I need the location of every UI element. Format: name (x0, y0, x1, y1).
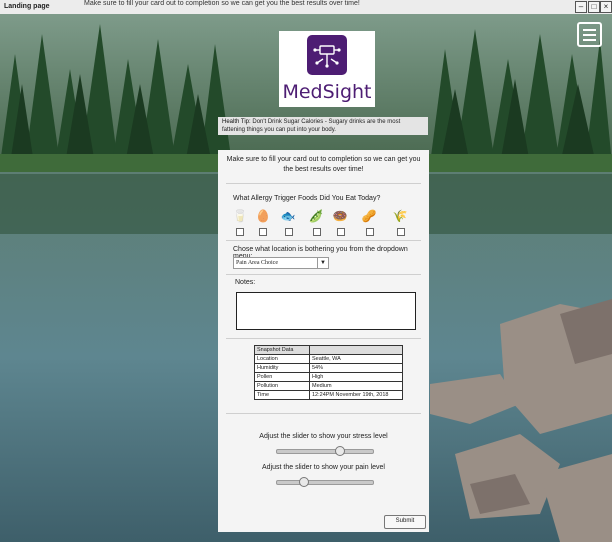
snapshot-key: Humidity (254, 363, 310, 373)
divider (226, 240, 421, 241)
window-subtitle: Make sure to fill your card out to compl… (84, 0, 360, 7)
submit-button[interactable]: Submit (384, 515, 426, 529)
window-title: Landing page (4, 3, 50, 10)
donut-icon: 🍩 (332, 209, 348, 223)
peanut-checkbox[interactable] (366, 228, 374, 236)
egg-checkbox[interactable] (259, 228, 267, 236)
table-row: Pollen High (254, 372, 403, 382)
peas-icon: 🫛 (308, 209, 324, 223)
egg-icon: 🥚 (255, 209, 271, 223)
stress-slider-label: Adjust the slider to show your stress le… (259, 433, 388, 440)
table-header-row: Snapshot Data (254, 345, 403, 355)
milk-checkbox[interactable] (236, 228, 244, 236)
fish-checkbox[interactable] (285, 228, 293, 236)
table-row: Pollution Medium (254, 381, 403, 391)
divider (226, 413, 421, 414)
health-tip: Health Tip: Don't Drink Sugar Calories -… (218, 117, 428, 135)
pain-slider-thumb[interactable] (299, 477, 310, 487)
milk-carton-icon: 🥛 (232, 209, 248, 223)
snapshot-table: Snapshot Data Location Seattle, WA Humid… (254, 345, 403, 400)
divider (226, 274, 421, 275)
chevron-down-icon: ▼ (317, 258, 328, 268)
snapshot-key: Pollution (254, 381, 310, 391)
notes-textarea[interactable] (236, 292, 416, 330)
snapshot-header-blank (309, 345, 403, 355)
snapshot-value: High (309, 372, 403, 382)
table-row: Time 12:24PM November 19th, 2018 (254, 390, 403, 400)
health-tip-label: Health Tip: (222, 119, 251, 125)
brand-name: MedSight (282, 81, 372, 103)
peanut-icon: 🥜 (361, 209, 377, 223)
window-titlebar: Landing page Make sure to fill your card… (0, 0, 612, 15)
form-intro: Make sure to fill your card out to compl… (226, 156, 421, 173)
wheat-icon: 🌾 (392, 209, 408, 223)
divider (226, 183, 421, 184)
snapshot-value: 54% (309, 363, 403, 373)
pain-slider[interactable] (276, 477, 374, 487)
snapshot-value: Seattle, WA (309, 354, 403, 364)
maximize-icon[interactable]: □ (588, 1, 600, 13)
notes-label: Notes: (235, 279, 256, 286)
snapshot-key: Location (254, 354, 310, 364)
snapshot-key: Time (254, 390, 310, 400)
table-row: Humidity 54% (254, 363, 403, 373)
stress-slider-thumb[interactable] (335, 446, 346, 456)
pain-area-dropdown[interactable]: Pain Area Choice ▼ (233, 257, 329, 269)
snapshot-header: Snapshot Data (254, 345, 310, 355)
donut-checkbox[interactable] (337, 228, 345, 236)
medsight-logo: MedSight (279, 31, 375, 107)
allergy-question: What Allergy Trigger Foods Did You Eat T… (233, 195, 381, 202)
peas-checkbox[interactable] (313, 228, 321, 236)
snapshot-value: 12:24PM November 19th, 2018 (309, 390, 403, 400)
wheat-checkbox[interactable] (397, 228, 405, 236)
minimize-icon[interactable]: – (575, 1, 587, 13)
divider (226, 338, 421, 339)
table-row: Location Seattle, WA (254, 354, 403, 364)
fish-icon: 🐟 (280, 209, 296, 223)
close-icon[interactable]: × (600, 1, 612, 13)
snapshot-key: Pollen (254, 372, 310, 382)
snapshot-value: Medium (309, 381, 403, 391)
pain-slider-label: Adjust the slider to show your pain leve… (262, 464, 385, 471)
circuit-logo-icon (307, 35, 347, 75)
stress-slider[interactable] (276, 446, 374, 456)
hamburger-menu-icon[interactable] (577, 22, 602, 47)
pain-area-selected: Pain Area Choice (236, 260, 278, 266)
daily-card-form: Make sure to fill your card out to compl… (218, 150, 429, 532)
